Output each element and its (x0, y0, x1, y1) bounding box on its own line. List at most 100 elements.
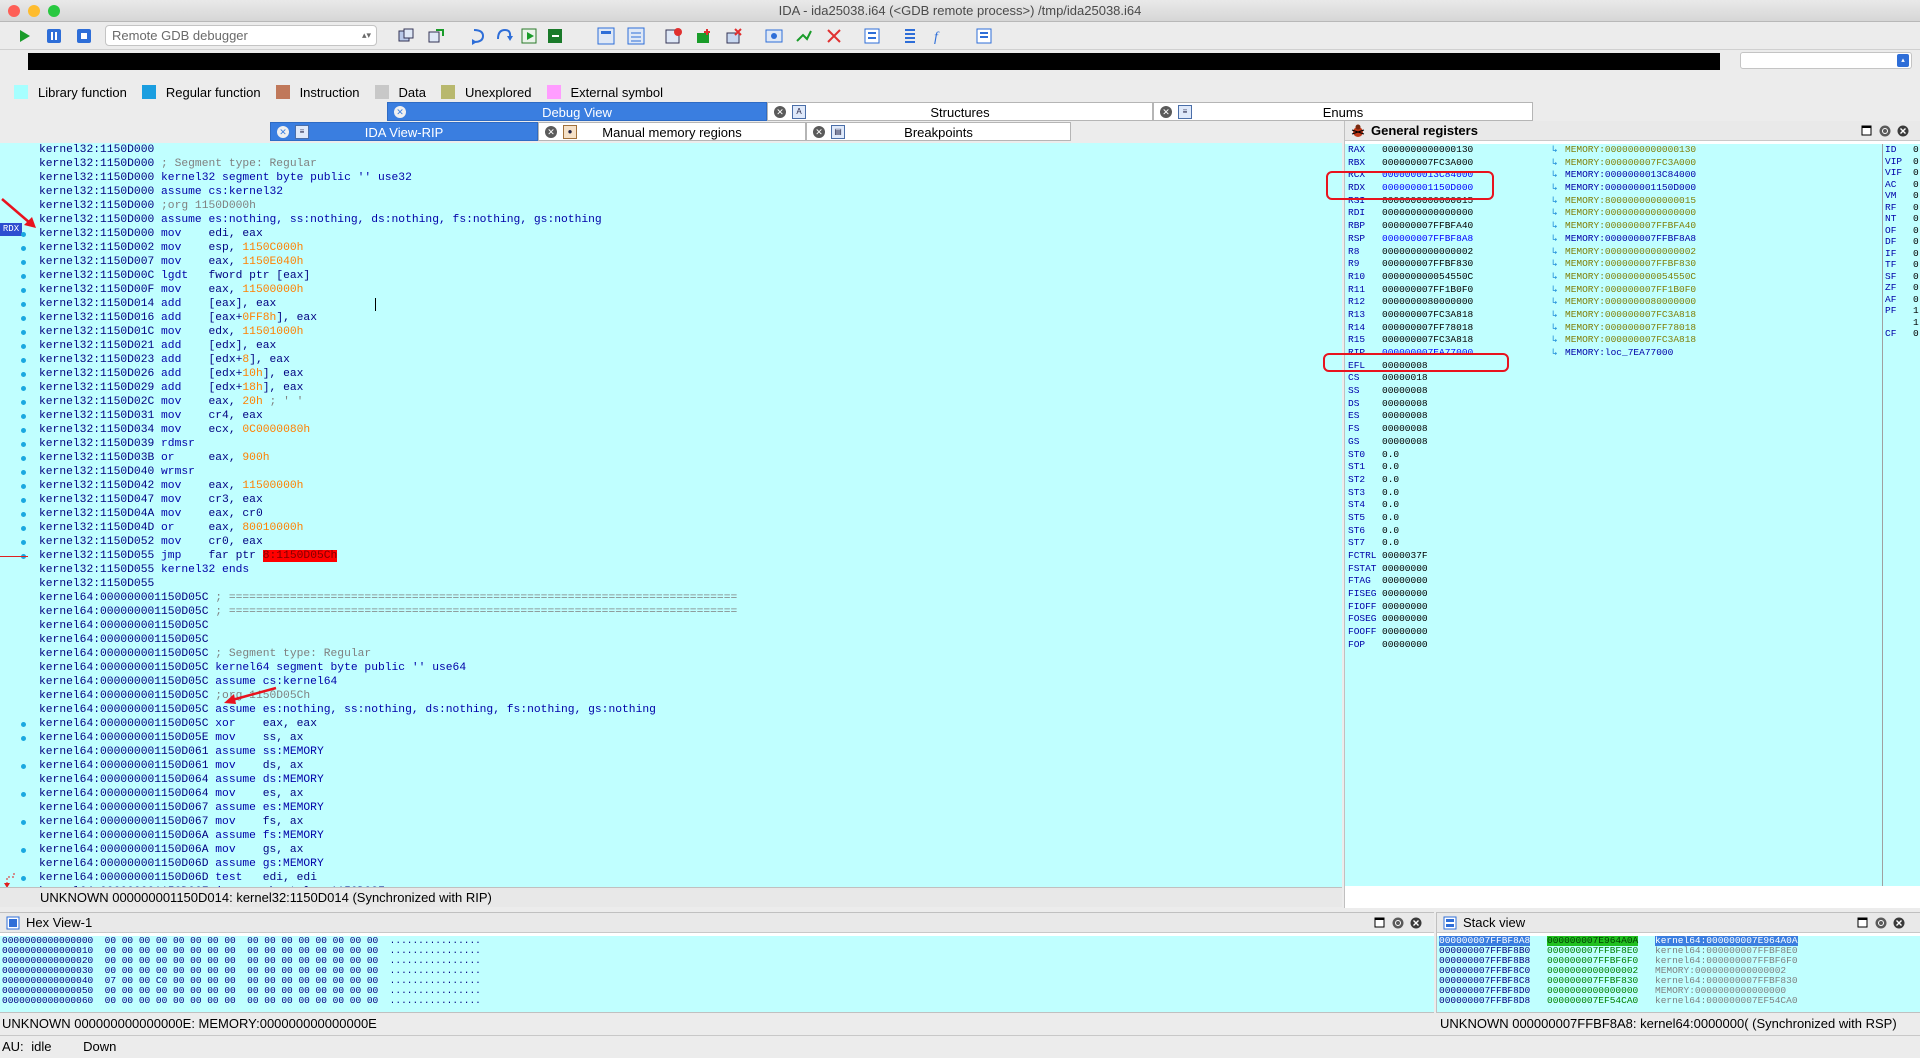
flag-row[interactable]: OF 0 (1883, 225, 1920, 237)
code-line[interactable]: kernel64:000000001150D064 mov es, ax (39, 787, 737, 801)
code-line[interactable]: kernel32:1150D000 mov edi, eax (39, 227, 737, 241)
jump-arrow-icon[interactable]: ↳ (1552, 220, 1558, 233)
zoom-window-button[interactable] (48, 5, 60, 17)
jump-arrow-icon[interactable]: ↳ (1552, 144, 1558, 157)
register-row[interactable]: RAX 0000000000000130 ↳ MEMORY:0000000000000… (1345, 144, 1882, 157)
register-row[interactable]: ST7 0.0 (1345, 537, 1882, 550)
step-over-icon[interactable] (494, 26, 514, 46)
step-into-icon[interactable] (468, 26, 488, 46)
code-line[interactable]: kernel32:1150D029 add [edx+18h], eax (39, 381, 737, 395)
flag-row[interactable]: CF 0 (1883, 328, 1920, 340)
code-line[interactable]: kernel64:000000001150D067 assume es:MEMO… (39, 801, 737, 815)
register-row[interactable]: ST2 0.0 (1345, 474, 1882, 487)
close-icon[interactable] (1893, 917, 1905, 929)
code-line[interactable]: kernel32:1150D00F mov eax, 11500000h (39, 283, 737, 297)
stack-trace-icon[interactable] (862, 26, 882, 46)
code-line[interactable]: kernel32:1150D000 (39, 143, 737, 157)
clear-trace-icon[interactable] (824, 26, 844, 46)
register-row[interactable]: SS 00000008 (1345, 385, 1882, 398)
jump-arrow-icon[interactable]: ↳ (1552, 334, 1558, 347)
code-line[interactable]: kernel32:1150D055 kernel32 ends (39, 563, 737, 577)
code-line[interactable]: kernel64:000000001150D061 assume ss:MEMO… (39, 745, 737, 759)
jump-arrow-icon[interactable]: ↳ (1552, 246, 1558, 259)
register-row[interactable]: FIOFF 00000000 (1345, 601, 1882, 614)
maximize-icon[interactable] (1374, 917, 1386, 929)
run-to-cursor-icon[interactable] (520, 26, 540, 46)
flag-row[interactable]: AC 0 (1883, 179, 1920, 191)
jump-arrow-icon[interactable]: ↳ (1552, 309, 1558, 322)
function-calls-icon[interactable]: f (930, 26, 950, 46)
register-row[interactable]: ST3 0.0 (1345, 487, 1882, 500)
register-memory-ref[interactable]: MEMORY:0000000000000130 (1565, 144, 1696, 157)
register-row[interactable]: R13 000000007FC3A818 ↳ MEMORY:000000007FC3A… (1345, 309, 1882, 322)
register-row[interactable]: FISEG 00000000 (1345, 588, 1882, 601)
tab-breakpoints[interactable]: ✕ ▤ Breakpoints (806, 122, 1071, 141)
code-line[interactable]: kernel32:1150D021 add [edx], eax (39, 339, 737, 353)
jump-arrow-icon[interactable]: ↳ (1552, 207, 1558, 220)
float-icon[interactable] (1879, 125, 1891, 137)
jump-arrow-icon[interactable]: ↳ (1552, 195, 1558, 208)
register-row[interactable]: GS 00000008 (1345, 436, 1882, 449)
register-memory-ref[interactable]: MEMORY:000000001150D000 (1565, 182, 1696, 195)
code-line[interactable]: kernel32:1150D040 wrmsr (39, 465, 737, 479)
jump-arrow-icon[interactable]: ↳ (1552, 233, 1558, 246)
register-row[interactable]: R12 0000000080000000 ↳ MEMORY:0000000080000… (1345, 296, 1882, 309)
code-line[interactable]: kernel32:1150D000 kernel32 segment byte … (39, 171, 737, 185)
register-memory-ref[interactable]: MEMORY:000000007FFBFA40 (1565, 220, 1696, 233)
code-line[interactable]: kernel64:000000001150D05C (39, 619, 737, 633)
register-row[interactable]: ST1 0.0 (1345, 461, 1882, 474)
code-line[interactable]: kernel64:000000001150D05C ; ============… (39, 591, 737, 605)
code-line[interactable]: kernel32:1150D000 assume es:nothing, ss:… (39, 213, 737, 227)
code-line[interactable]: kernel32:1150D016 add [eax+0FF8h], eax (39, 311, 737, 325)
register-row[interactable]: ST6 0.0 (1345, 525, 1882, 538)
tab-enums[interactable]: ✕ ≡ Enums (1153, 102, 1533, 121)
pause-process-icon[interactable] (44, 26, 64, 46)
code-line[interactable]: kernel32:1150D031 mov cr4, eax (39, 409, 737, 423)
jump-arrow-icon[interactable]: ↳ (1552, 182, 1558, 195)
register-row[interactable]: R15 000000007FC3A818 ↳ MEMORY:000000007FC3A… (1345, 334, 1882, 347)
register-row[interactable]: FTAG 00000000 (1345, 575, 1882, 588)
code-line[interactable]: kernel32:1150D007 mov eax, 1150E040h (39, 255, 737, 269)
flag-row[interactable]: DF 0 (1883, 236, 1920, 248)
jump-arrow-icon[interactable]: ↳ (1552, 157, 1558, 170)
register-row[interactable]: R9 000000007FFBF830 ↳ MEMORY:000000007FFBF8… (1345, 258, 1882, 271)
code-line[interactable]: kernel64:000000001150D067 mov fs, ax (39, 815, 737, 829)
code-line[interactable]: kernel32:1150D039 rdmsr (39, 437, 737, 451)
flag-row[interactable]: VM 0 (1883, 190, 1920, 202)
ida-view-disassembly[interactable]: RDX kernel32:1150D000 kernel32:1150D000 … (0, 143, 1342, 887)
code-line[interactable]: kernel64:000000001150D05C assume cs:kern… (39, 675, 737, 689)
register-memory-ref[interactable]: MEMORY:000000007FC3A000 (1565, 157, 1696, 170)
code-line[interactable]: kernel32:1150D034 mov ecx, 0C0000080h (39, 423, 737, 437)
register-row[interactable]: RSP 000000007FFBF8A8 ↳ MEMORY:000000007FFBF… (1345, 233, 1882, 246)
close-window-button[interactable] (8, 5, 20, 17)
code-line[interactable]: kernel64:000000001150D06A mov gs, ax (39, 843, 737, 857)
code-line[interactable]: kernel32:1150D014 add [eax], eax (39, 297, 737, 311)
close-icon[interactable]: ✕ (1160, 106, 1172, 118)
flag-row[interactable]: NT 0 (1883, 213, 1920, 225)
debug-window-icon[interactable] (596, 26, 616, 46)
flag-row[interactable]: RF 0 (1883, 202, 1920, 214)
code-line[interactable]: kernel32:1150D047 mov cr3, eax (39, 493, 737, 507)
close-icon[interactable] (1410, 917, 1422, 929)
close-icon[interactable]: ✕ (277, 126, 289, 138)
jump-arrow-icon[interactable]: ↳ (1552, 258, 1558, 271)
register-memory-ref[interactable]: MEMORY:0000000013C84000 (1565, 169, 1696, 182)
register-row[interactable]: FOP 00000000 (1345, 639, 1882, 652)
code-line[interactable]: kernel32:1150D042 mov eax, 11500000h (39, 479, 737, 493)
register-memory-ref[interactable]: MEMORY:000000007FC3A818 (1565, 309, 1696, 322)
register-memory-ref[interactable]: MEMORY:8000000000000015 (1565, 195, 1696, 208)
code-line[interactable]: kernel32:1150D01C mov edx, 11501000h (39, 325, 737, 339)
flag-row[interactable]: PF 1 (1883, 305, 1920, 317)
code-line[interactable]: kernel64:000000001150D05C ; Segment type… (39, 647, 737, 661)
register-memory-ref[interactable]: MEMORY:0000000080000000 (1565, 296, 1696, 309)
register-row[interactable]: FOSEG 00000000 (1345, 613, 1882, 626)
tracing-icon[interactable] (794, 26, 814, 46)
float-icon[interactable] (1875, 917, 1887, 929)
code-line[interactable]: kernel32:1150D02C mov eax, 20h ; ' ' (39, 395, 737, 409)
hex-row[interactable]: 0000000000000060 00 00 00 00 00 00 00 00… (2, 996, 1434, 1006)
close-icon[interactable]: ✕ (774, 106, 786, 118)
minimize-window-button[interactable] (28, 5, 40, 17)
flag-row[interactable]: IF 0 (1883, 248, 1920, 260)
detach-process-icon[interactable] (426, 26, 446, 46)
float-icon[interactable] (1392, 917, 1404, 929)
